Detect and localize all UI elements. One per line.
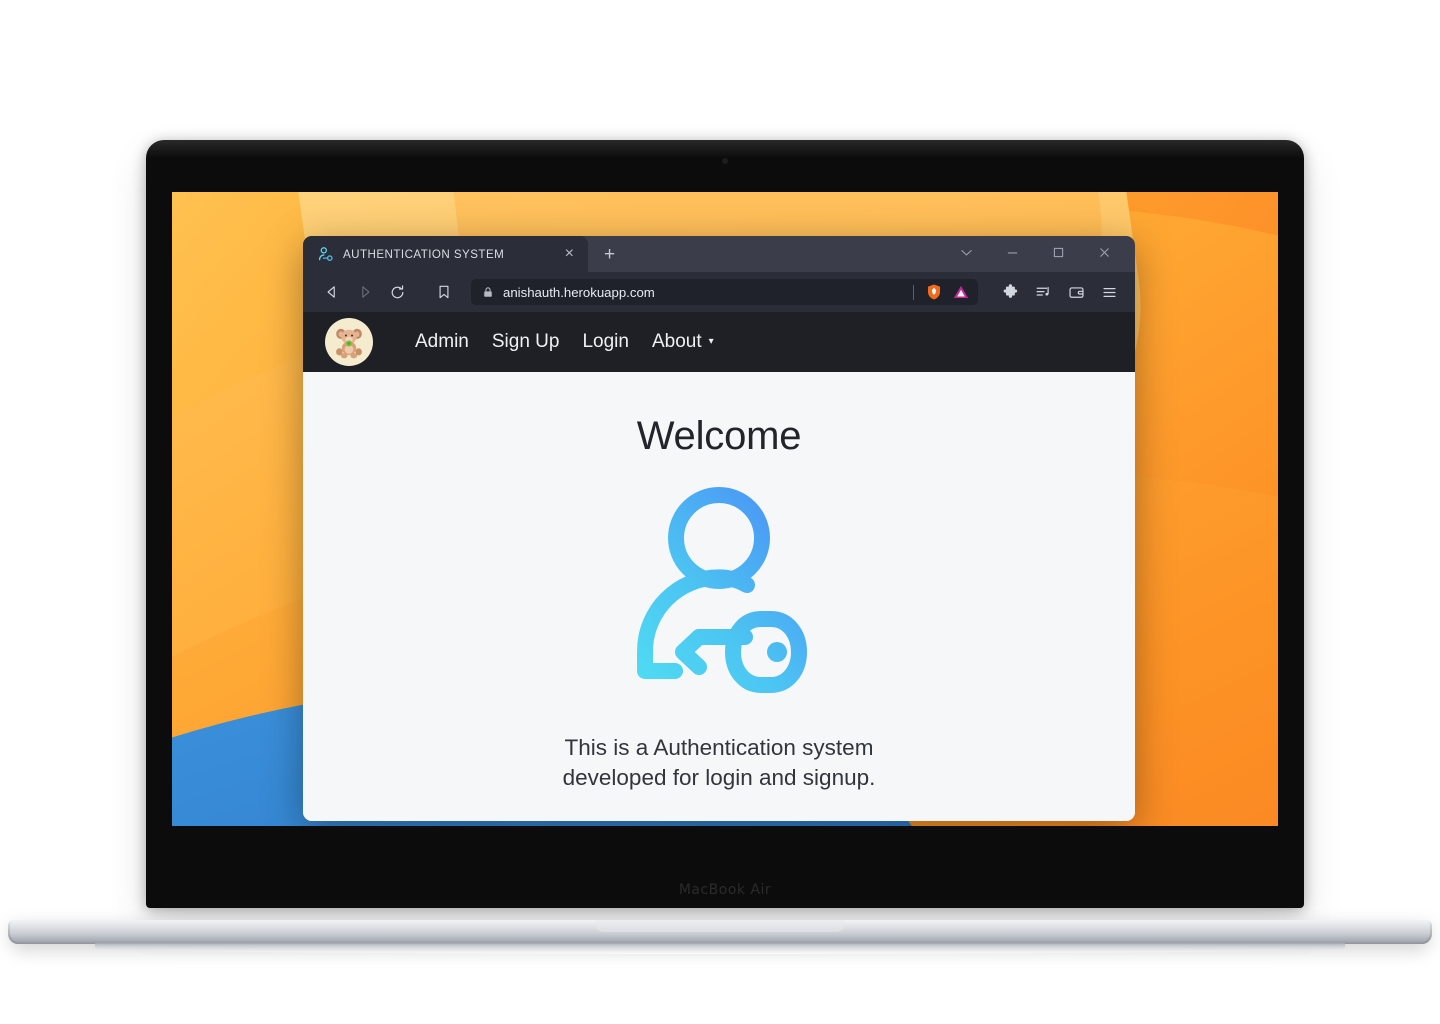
browser-tab-title: AUTHENTICATION SYSTEM — [343, 247, 505, 261]
person-key-favicon-icon — [318, 246, 333, 261]
nav-link-about-label: About — [651, 331, 702, 352]
new-tab-button[interactable]: + — [604, 245, 615, 264]
page-main-content: Welcome This is a Authentication system … — [303, 372, 1135, 821]
hamburger-menu-icon — [1103, 287, 1116, 297]
forward-button[interactable] — [348, 276, 381, 309]
reload-icon — [391, 284, 404, 298]
laptop-screen-lid: AUTHENTICATION SYSTEM × + anishauth.hero… — [146, 140, 1304, 908]
browser-window: AUTHENTICATION SYSTEM × + anishauth.hero… — [303, 236, 1135, 821]
minimize-button[interactable] — [989, 236, 1035, 268]
laptop-base — [0, 920, 1440, 954]
chevron-down-icon — [960, 249, 972, 256]
browser-tab-strip: AUTHENTICATION SYSTEM × + — [303, 236, 1135, 272]
nav-link-login-label: Login — [582, 331, 629, 352]
laptop-base-foot — [95, 942, 1345, 954]
nav-link-admin[interactable]: Admin — [415, 331, 469, 353]
bookmark-icon — [439, 285, 448, 299]
browser-menu-button[interactable] — [1093, 276, 1126, 309]
laptop-mockup: AUTHENTICATION SYSTEM × + anishauth.hero… — [0, 0, 1440, 1024]
back-button[interactable] — [315, 276, 348, 309]
collapse-toolbar-button[interactable] — [943, 236, 989, 268]
forward-arrow-icon — [361, 286, 369, 298]
nav-link-admin-label: Admin — [415, 331, 469, 352]
browser-tab[interactable]: AUTHENTICATION SYSTEM × — [303, 236, 588, 272]
site-nav-links: Admin Sign Up Login About ▾ — [415, 331, 714, 353]
person-with-key-icon — [637, 487, 807, 693]
macbook-wordmark: MacBook Air — [678, 882, 772, 898]
bookmark-button[interactable] — [427, 276, 460, 309]
address-bar[interactable]: anishauth.herokuapp.com — [471, 279, 978, 305]
purple-triangle-extension-icon[interactable] — [952, 283, 970, 301]
window-controls — [943, 236, 1127, 268]
desktop-screen: AUTHENTICATION SYSTEM × + anishauth.hero… — [172, 192, 1278, 826]
hero-description: This is a Authentication system develope… — [563, 733, 876, 792]
caret-down-icon: ▾ — [708, 336, 714, 347]
maximize-icon — [1053, 247, 1063, 257]
teddy-bear-glyph-icon — [336, 328, 362, 359]
address-bar-url[interactable]: anishauth.herokuapp.com — [503, 285, 904, 300]
reload-button[interactable] — [381, 276, 414, 309]
wallet-icon — [1069, 286, 1084, 298]
maximize-button[interactable] — [1035, 236, 1081, 268]
teddy-bear-avatar-icon[interactable] — [325, 318, 373, 366]
page-title: Welcome — [636, 414, 802, 458]
webcam-dot-icon — [722, 158, 728, 164]
close-icon[interactable]: × — [561, 244, 578, 264]
nav-link-sign-up[interactable]: Sign Up — [492, 331, 560, 353]
playlist-button[interactable] — [1027, 276, 1060, 309]
hero-description-line-1: This is a Authentication system — [564, 735, 874, 760]
laptop-base-slab — [10, 920, 1430, 944]
playlist-icon — [1036, 286, 1049, 296]
omnibox-divider — [913, 284, 914, 300]
page-viewport: Admin Sign Up Login About ▾ Welcome This… — [303, 312, 1135, 821]
lock-icon — [484, 287, 492, 297]
wallet-button[interactable] — [1060, 276, 1093, 309]
site-navbar: Admin Sign Up Login About ▾ — [303, 312, 1135, 372]
laptop-base-notch — [595, 920, 845, 932]
nav-link-sign-up-label: Sign Up — [491, 331, 560, 352]
hero-description-line-2: developed for login and signup. — [562, 764, 876, 790]
close-icon — [1099, 247, 1109, 257]
nav-link-login[interactable]: Login — [582, 331, 629, 353]
back-arrow-icon — [327, 286, 335, 298]
nav-link-about[interactable]: About ▾ — [652, 331, 714, 353]
brave-shields-lion-icon[interactable] — [925, 283, 943, 301]
puzzle-piece-icon — [1003, 283, 1018, 298]
extensions-button[interactable] — [994, 276, 1027, 309]
minimize-icon — [1007, 251, 1017, 254]
browser-toolbar: anishauth.herokuapp.com — [303, 272, 1135, 312]
close-window-button[interactable] — [1081, 236, 1127, 268]
